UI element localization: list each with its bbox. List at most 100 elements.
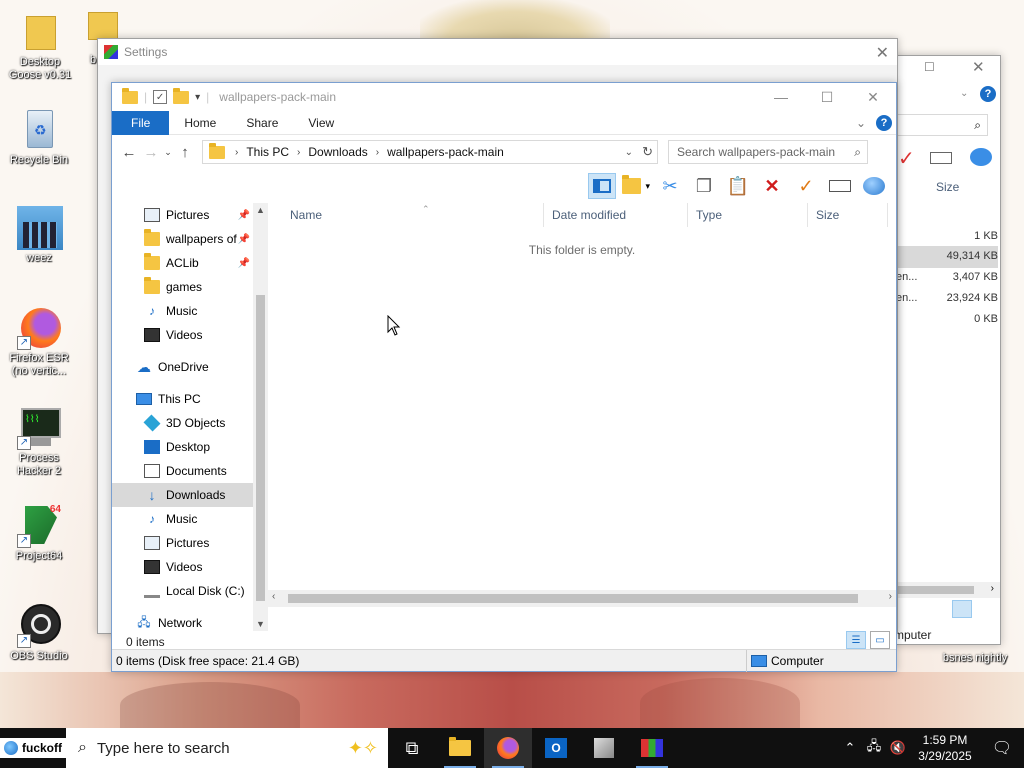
column-header-date[interactable]: Date modified: [544, 203, 688, 227]
breadcrumb-this-pc[interactable]: This PC: [246, 145, 289, 159]
forward-arrow-icon[interactable]: →: [140, 144, 162, 161]
nav-item-music-pinned[interactable]: ♪ Music: [112, 299, 254, 323]
task-view-icon[interactable]: ⧉: [388, 728, 436, 768]
nav-item-pictures[interactable]: Pictures: [112, 531, 254, 555]
nav-item-aclib[interactable]: ACLib 📌: [112, 251, 254, 275]
recent-locations-icon[interactable]: ⌄: [162, 147, 174, 158]
desktop-icon-weez[interactable]: weez: [1, 206, 77, 265]
delete-icon[interactable]: ✕: [758, 173, 786, 199]
nav-item-music[interactable]: ♪ Music: [112, 507, 254, 531]
paste-icon[interactable]: 📋: [724, 173, 752, 199]
checkmark-icon[interactable]: ✓: [898, 146, 915, 171]
tab-file[interactable]: File: [112, 110, 170, 135]
close-button[interactable]: ✕: [850, 83, 896, 111]
chevron-down-icon[interactable]: ⌄: [960, 88, 968, 99]
scroll-left-icon[interactable]: ‹: [272, 591, 275, 602]
customize-quick-access-icon[interactable]: ▾: [195, 92, 200, 103]
column-header-size[interactable]: Size: [808, 203, 888, 227]
refresh-icon[interactable]: ↻: [642, 144, 653, 160]
nav-item-videos[interactable]: Videos: [112, 555, 254, 579]
cut-icon[interactable]: ✂: [656, 173, 684, 199]
settings-app-taskbar-icon[interactable]: [628, 728, 676, 768]
chevron-right-icon[interactable]: ›: [297, 147, 300, 158]
tab-share[interactable]: Share: [231, 111, 293, 135]
scroll-up-icon[interactable]: ▲: [256, 205, 265, 215]
desktop-icon-bsnes[interactable]: bsnes nightly: [930, 652, 1020, 665]
tab-view[interactable]: View: [293, 111, 349, 135]
scroll-down-icon[interactable]: ▼: [256, 619, 265, 629]
chevron-right-icon[interactable]: ›: [235, 147, 238, 158]
up-arrow-icon[interactable]: ↑: [174, 144, 196, 161]
breadcrumb-downloads[interactable]: Downloads: [308, 145, 367, 159]
pin-icon[interactable]: 📌: [238, 210, 250, 221]
maximize-icon[interactable]: ☐: [924, 60, 935, 74]
volume-muted-icon[interactable]: 🔇: [886, 740, 910, 756]
address-dropdown-icon[interactable]: ⌄: [625, 147, 633, 158]
desktop-icon-project64[interactable]: 64 ↗ Project64: [1, 504, 77, 563]
properties-icon[interactable]: [860, 173, 888, 199]
preview-pane-icon[interactable]: [588, 173, 616, 199]
network-icon[interactable]: 🖧: [862, 737, 886, 759]
outlook-taskbar-icon[interactable]: O: [532, 728, 580, 768]
back-arrow-icon[interactable]: ←: [118, 144, 140, 161]
desktop-icon-process-hacker[interactable]: ⌇⌇⌇ ↗ Process Hacker 2: [1, 406, 77, 478]
pin-icon[interactable]: 📌: [238, 258, 250, 269]
checkmark-icon[interactable]: ✓: [792, 173, 820, 199]
view-toggle[interactable]: [952, 600, 990, 618]
clock[interactable]: 1:59 PM 3/29/2025: [910, 732, 980, 764]
nav-item-onedrive[interactable]: ☁ OneDrive: [112, 355, 254, 379]
scrollbar-thumb[interactable]: [288, 594, 858, 603]
chevron-up-icon[interactable]: ⌃: [838, 740, 862, 756]
details-view-icon[interactable]: ☰: [846, 631, 866, 649]
background-explorer-window[interactable]: ☐ ✕ ⌄ ? ⌕ ✓ Size 1 KB 49,314 KB en... 3,…: [893, 55, 1001, 645]
file-explorer-window[interactable]: | ✓ ▾ | wallpapers-pack-main — ☐ ✕ File …: [111, 82, 897, 672]
chevron-right-icon[interactable]: ›: [376, 147, 379, 158]
properties-checkbox-icon[interactable]: ✓: [153, 90, 168, 104]
nav-item-videos-pinned[interactable]: Videos: [112, 323, 254, 347]
address-bar[interactable]: › This PC › Downloads › wallpapers-pack-…: [202, 140, 658, 164]
notification-icon[interactable]: 🗨: [980, 728, 1024, 768]
settings-title-bar[interactable]: Settings ✕: [98, 39, 897, 65]
quick-access-toolbar[interactable]: | ✓ ▾ |: [122, 87, 209, 104]
start-button[interactable]: fuckoff: [0, 728, 68, 768]
close-icon[interactable]: ✕: [876, 43, 889, 63]
desktop-icon-firefox[interactable]: ↗ Firefox ESR (no vertic...: [1, 306, 77, 378]
help-icon[interactable]: ?: [876, 114, 892, 131]
column-header-size[interactable]: Size: [936, 180, 959, 194]
new-folder-icon[interactable]: [173, 87, 190, 104]
search-input[interactable]: Search wallpapers-pack-main ⌕: [668, 140, 868, 164]
app-taskbar-icon[interactable]: [580, 728, 628, 768]
nav-item-this-pc[interactable]: This PC: [112, 387, 254, 411]
breadcrumb-current-folder[interactable]: wallpapers-pack-main: [387, 145, 504, 159]
column-header-type[interactable]: Type: [688, 203, 808, 227]
help-icon[interactable]: ?: [980, 86, 996, 102]
file-explorer-taskbar-icon[interactable]: [436, 728, 484, 768]
search-input[interactable]: ⌕: [894, 114, 988, 136]
nav-item-local-disk[interactable]: Local Disk (C:): [112, 579, 254, 603]
file-list[interactable]: Name ⌃ Date modified Type Size This folde…: [268, 203, 896, 631]
nav-item-documents[interactable]: Documents: [112, 459, 254, 483]
close-icon[interactable]: ✕: [972, 58, 985, 76]
scrollbar-thumb[interactable]: [256, 295, 265, 601]
maximize-button[interactable]: ☐: [804, 83, 850, 111]
nav-item-desktop[interactable]: Desktop: [112, 435, 254, 459]
properties-icon[interactable]: [970, 148, 992, 166]
nav-item-wallpapers[interactable]: wallpapers of 📌: [112, 227, 254, 251]
taskbar-search-box[interactable]: ⌕ Type here to search ✦✧: [66, 728, 388, 768]
folder-options-icon[interactable]: ▾: [622, 173, 650, 199]
nav-item-downloads[interactable]: ↓ Downloads: [112, 483, 254, 507]
scroll-right-icon[interactable]: ›: [889, 591, 892, 602]
horizontal-scrollbar[interactable]: ‹ ›: [268, 590, 896, 607]
rename-icon[interactable]: [930, 152, 952, 164]
horizontal-scrollbar[interactable]: ›: [894, 582, 1000, 598]
title-bar[interactable]: | ✓ ▾ | wallpapers-pack-main — ☐ ✕: [112, 83, 896, 111]
pin-icon[interactable]: 📌: [238, 234, 250, 245]
minimize-button[interactable]: —: [758, 83, 804, 111]
nav-vertical-scrollbar[interactable]: ▲ ▼: [253, 203, 268, 631]
tab-home[interactable]: Home: [169, 111, 231, 135]
rename-icon[interactable]: [826, 173, 854, 199]
column-header-name[interactable]: Name ⌃: [282, 203, 544, 227]
expand-ribbon-icon[interactable]: ⌄: [856, 116, 866, 130]
nav-item-pictures-pinned[interactable]: Pictures 📌: [112, 203, 254, 227]
nav-item-games[interactable]: games: [112, 275, 254, 299]
